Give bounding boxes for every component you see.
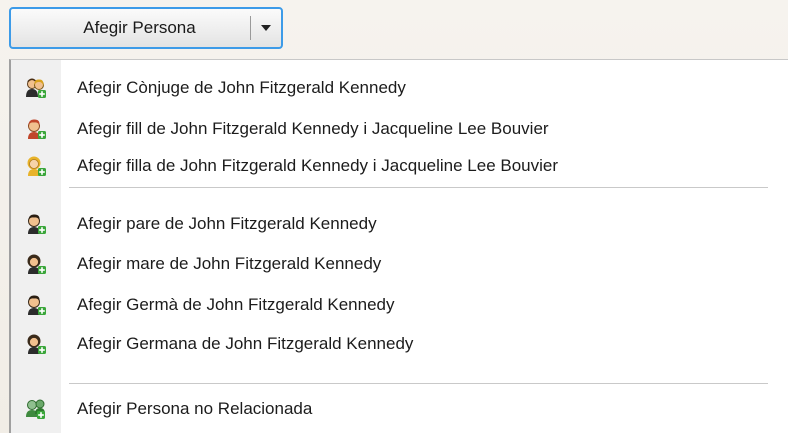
dropdown-toggle[interactable] xyxy=(251,9,281,47)
menu-item-add-father[interactable]: Afegir pare de John Fitzgerald Kennedy xyxy=(11,206,788,242)
menu-item-label: Afegir Persona no Relacionada xyxy=(77,399,313,418)
add-person-split-button[interactable]: Afegir Persona xyxy=(9,7,283,49)
menu-item-add-unrelated-person[interactable]: Afegir Persona no Relacionada xyxy=(11,391,788,427)
father-add-icon xyxy=(11,206,61,242)
app-surface: Afegir Persona Afegir Cònjuge de John Fi… xyxy=(0,0,788,433)
daughter-add-icon xyxy=(11,148,61,184)
menu-item-add-daughter[interactable]: Afegir filla de John Fitzgerald Kennedy … xyxy=(11,148,788,184)
unrelated-person-add-icon xyxy=(11,391,61,427)
sister-add-icon xyxy=(11,326,61,362)
menu-separator xyxy=(69,383,768,385)
spouse-add-icon xyxy=(11,70,61,106)
menu-item-add-sister[interactable]: Afegir Germana de John Fitzgerald Kenned… xyxy=(11,326,788,362)
menu-item-add-spouse[interactable]: Afegir Cònjuge de John Fitzgerald Kenned… xyxy=(11,70,788,106)
add-person-menu: Afegir Cònjuge de John Fitzgerald Kenned… xyxy=(9,59,788,433)
menu-item-add-brother[interactable]: Afegir Germà de John Fitzgerald Kennedy xyxy=(11,287,788,323)
son-add-icon xyxy=(11,111,61,147)
brother-add-icon xyxy=(11,287,61,323)
menu-item-label: Afegir Germà de John Fitzgerald Kennedy xyxy=(77,295,395,314)
add-person-button-label: Afegir Persona xyxy=(83,18,196,37)
menu-item-label: Afegir filla de John Fitzgerald Kennedy … xyxy=(77,156,559,175)
add-person-button[interactable]: Afegir Persona xyxy=(11,9,250,47)
menu-item-label: Afegir mare de John Fitzgerald Kennedy xyxy=(77,254,382,273)
mother-add-icon xyxy=(11,246,61,282)
menu-item-label: Afegir pare de John Fitzgerald Kennedy xyxy=(77,214,377,233)
menu-item-add-mother[interactable]: Afegir mare de John Fitzgerald Kennedy xyxy=(11,246,788,282)
menu-item-label: Afegir fill de John Fitzgerald Kennedy i… xyxy=(77,119,549,138)
menu-item-add-son[interactable]: Afegir fill de John Fitzgerald Kennedy i… xyxy=(11,111,788,147)
menu-item-label: Afegir Germana de John Fitzgerald Kenned… xyxy=(77,334,414,353)
chevron-down-icon xyxy=(261,25,271,31)
menu-separator xyxy=(69,187,768,189)
menu-item-label: Afegir Cònjuge de John Fitzgerald Kenned… xyxy=(77,78,406,97)
